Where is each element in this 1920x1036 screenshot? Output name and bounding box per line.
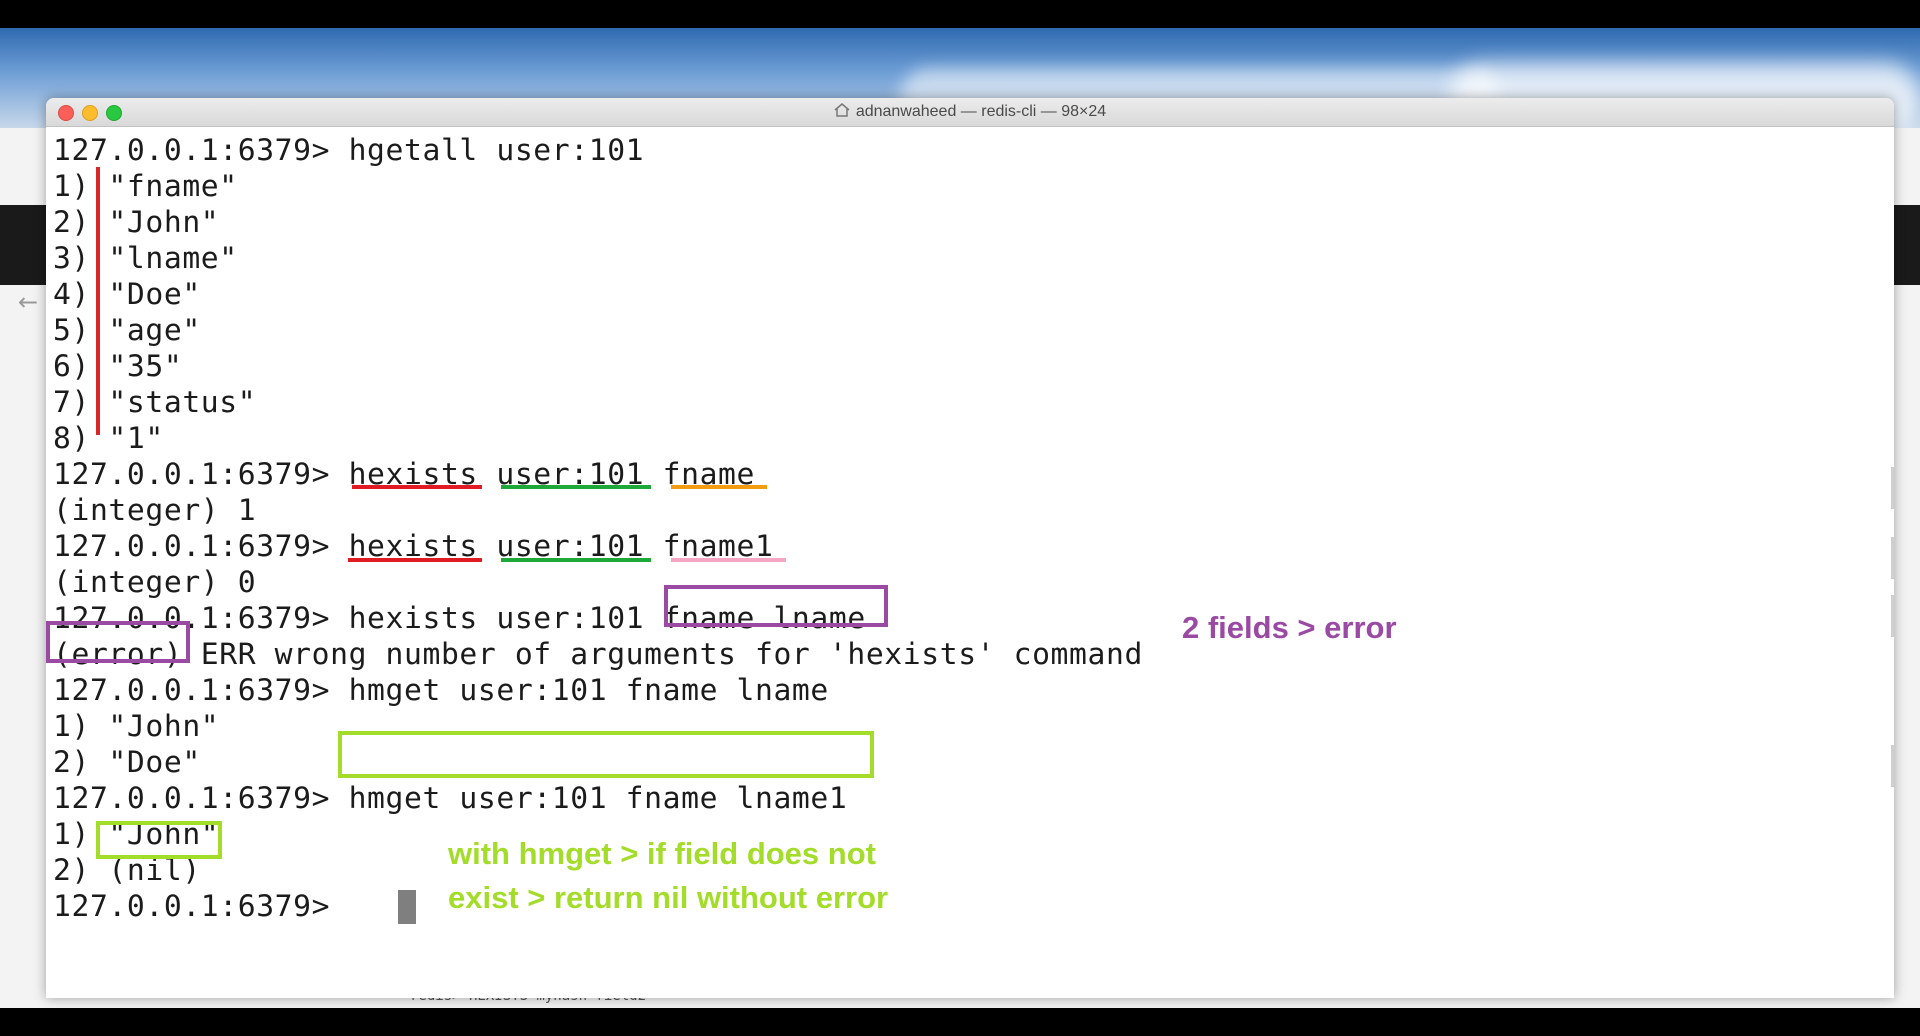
top-black-bar — [0, 0, 1920, 28]
annotation-box-error — [46, 621, 190, 663]
terminal-line: 6) "35" — [53, 349, 183, 384]
annotation-underline-field — [671, 485, 767, 489]
annotation-underline-key — [501, 485, 651, 489]
scroll-marker — [1891, 745, 1894, 787]
annotation-underline-command — [352, 485, 482, 489]
window-title-container: adnanwaheed — redis-cli — 98×24 — [46, 103, 1894, 121]
terminal-line: 5) "age" — [53, 313, 201, 348]
window-title: adnanwaheed — redis-cli — 98×24 — [855, 103, 1107, 120]
annotation-underline-field — [671, 558, 786, 562]
annotation-box-two-fields — [664, 585, 888, 627]
annotation-box-hmget — [338, 731, 874, 778]
terminal-line: (integer) 1 — [53, 493, 257, 528]
text-cursor — [398, 890, 416, 924]
terminal-output[interactable]: 127.0.0.1:6379> hgetall user:101 1) "fna… — [46, 127, 1894, 998]
terminal-line: 1) "John" — [53, 709, 220, 744]
terminal-line: (integer) 0 — [53, 565, 257, 600]
scroll-marker — [1891, 595, 1894, 637]
back-arrow-icon: ← — [18, 288, 39, 316]
annotation-underline-key — [501, 558, 651, 562]
annotation-red-bracket — [96, 167, 100, 435]
terminal-line: 127.0.0.1:6379> hmget user:101 fname lna… — [53, 781, 848, 816]
terminal-line: 2) "John" — [53, 205, 220, 240]
scroll-marker — [1891, 467, 1894, 509]
terminal-line: 3) "lname" — [53, 241, 238, 276]
terminal-line: 4) "Doe" — [53, 277, 201, 312]
terminal-line: 1) "fname" — [53, 169, 238, 204]
terminal-line: 7) "status" — [53, 385, 257, 420]
terminal-window[interactable]: adnanwaheed — redis-cli — 98×24 127.0.0.… — [46, 98, 1894, 998]
title-bar[interactable]: adnanwaheed — redis-cli — 98×24 — [46, 98, 1894, 127]
terminal-line: 2) "Doe" — [53, 745, 201, 780]
annotation-box-nil — [96, 821, 222, 859]
annotation-underline-command — [348, 558, 482, 562]
terminal-line: 127.0.0.1:6379> — [53, 889, 349, 924]
home-icon — [834, 103, 850, 117]
bottom-black-bar — [0, 1008, 1920, 1036]
scroll-marker — [1891, 537, 1894, 579]
terminal-line: 127.0.0.1:6379> hgetall user:101 — [53, 133, 645, 168]
annotation-error-note: 2 fields > error — [1182, 610, 1397, 645]
terminal-line: 127.0.0.1:6379> hmget user:101 fname lna… — [53, 673, 829, 708]
terminal-line: (error) ERR wrong number of arguments fo… — [53, 637, 1143, 672]
annotation-hmget-note: with hmget > if field does not exist > r… — [448, 836, 889, 915]
terminal-line: 8) "1" — [53, 421, 164, 456]
